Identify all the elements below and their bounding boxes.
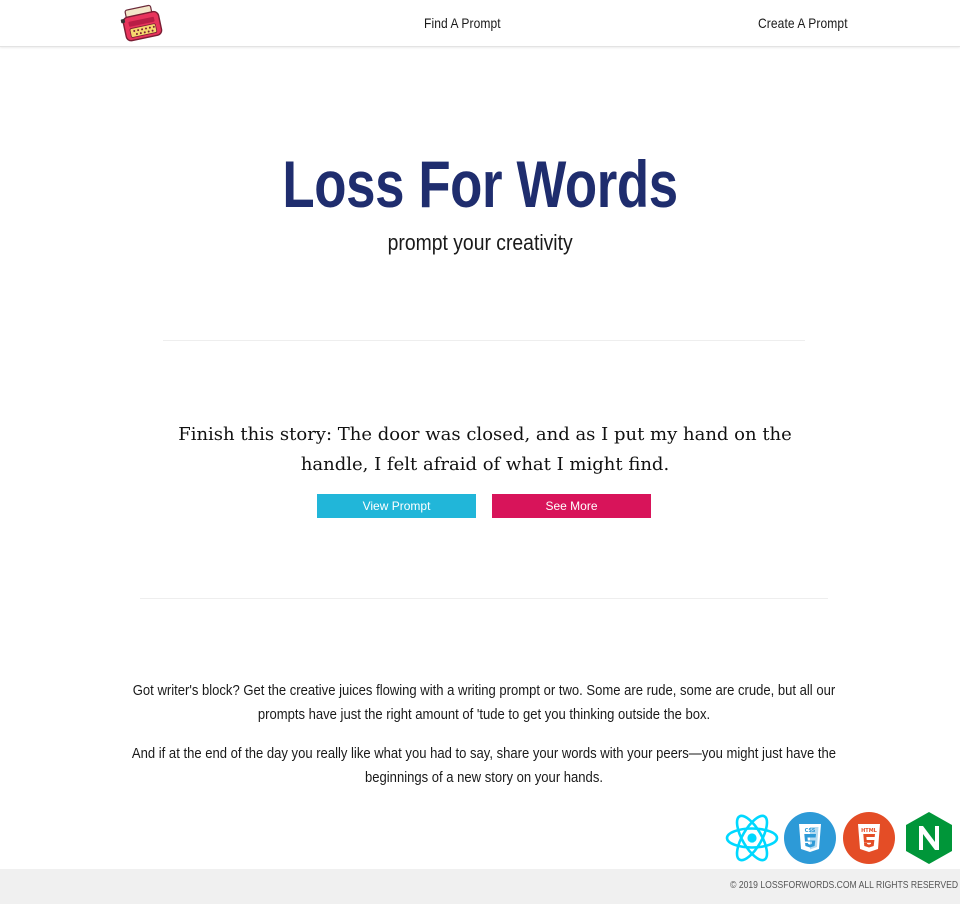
see-more-button[interactable]: See More <box>492 494 651 518</box>
html5-badge-text: HTML <box>861 828 878 834</box>
footer-copyright: © 2019 LOSSFORWORDS.COM ALL RIGHTS RESER… <box>730 880 958 891</box>
page-title-text: Loss For Words <box>282 147 678 221</box>
nav-create-prompt-link[interactable]: Create A Prompt <box>758 15 848 31</box>
section-divider <box>163 340 805 341</box>
css3-badge-text: CSS <box>805 828 816 834</box>
tech-stack-icons: CSS HTML <box>724 810 960 866</box>
css3-icon: CSS <box>784 812 836 864</box>
html5-icon: HTML <box>843 812 895 864</box>
nav-find-prompt-link[interactable]: Find A Prompt <box>424 15 501 31</box>
page-subtitle: prompt your creativity <box>0 230 960 256</box>
about-paragraph: Got writer's block? Get the creative jui… <box>130 679 838 727</box>
footer: © 2019 LOSSFORWORDS.COM ALL RIGHTS RESER… <box>0 869 960 904</box>
page-subtitle-text: prompt your creativity <box>387 230 573 255</box>
about-paragraph: And if at the end of the day you really … <box>130 742 838 790</box>
about-paragraph-text: And if at the end of the day you really … <box>131 745 837 786</box>
page-title: Loss For Words <box>0 146 960 222</box>
about-paragraph-text: Got writer's block? Get the creative jui… <box>132 682 836 723</box>
section-divider <box>140 598 828 599</box>
react-icon <box>725 814 779 862</box>
nginx-icon <box>906 812 952 864</box>
featured-prompt-text: Finish this story: The door was closed, … <box>178 424 792 475</box>
navbar: Find A Prompt Create A Prompt <box>0 0 960 47</box>
view-prompt-button[interactable]: View Prompt <box>317 494 476 518</box>
typewriter-logo-icon[interactable] <box>120 3 166 45</box>
